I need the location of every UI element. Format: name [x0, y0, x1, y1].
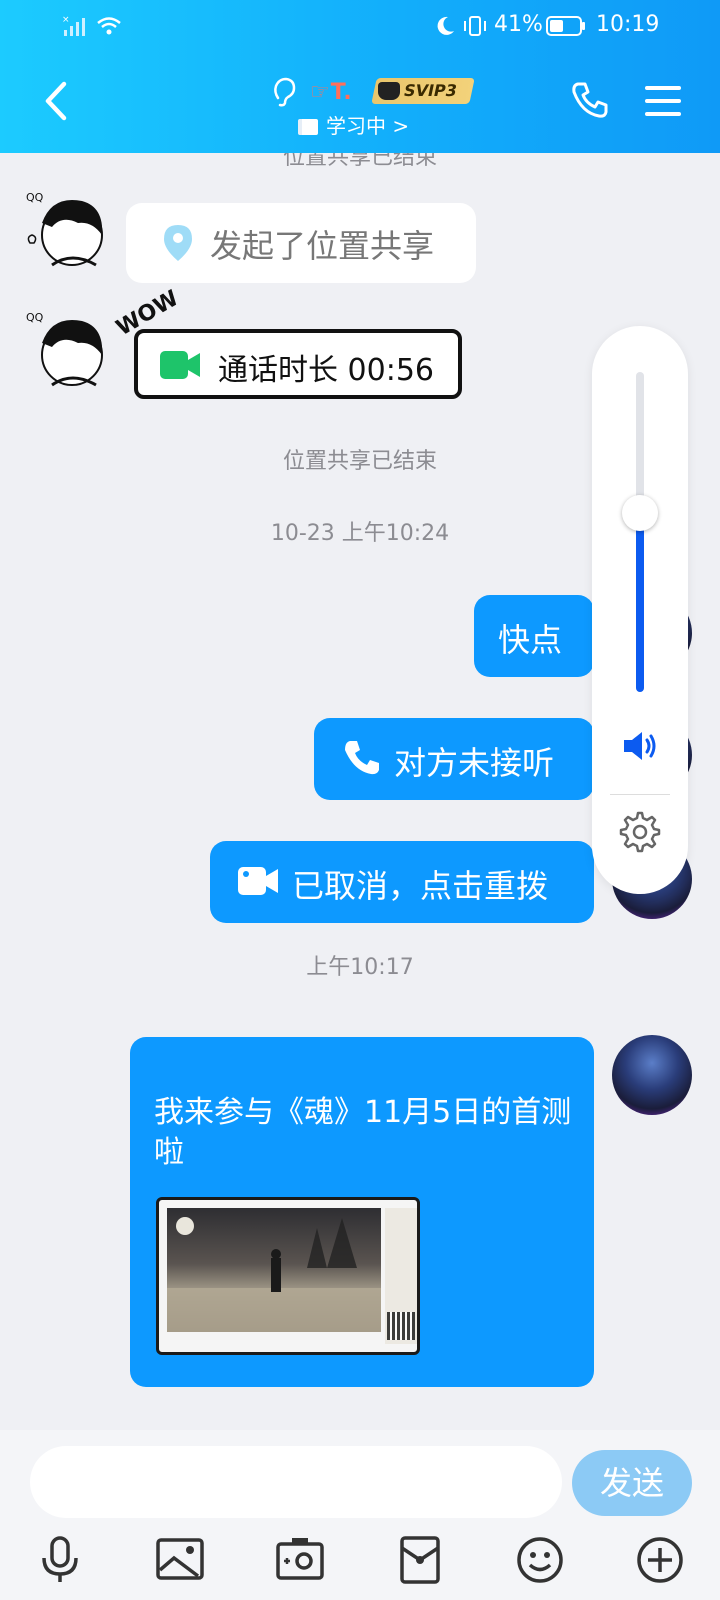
- call-duration-bubble[interactable]: 通话时长 00:56 WOW: [112, 286, 472, 407]
- cancelled-video-text: 已取消，点击重拨: [292, 867, 549, 905]
- missed-call-bubble[interactable]: 对方未接听: [314, 718, 594, 800]
- ear-icon: [274, 77, 296, 107]
- share-card-bubble[interactable]: 我来参与《魂》11月5日的首测啦: [130, 1037, 594, 1387]
- svg-text:×: ×: [62, 15, 70, 25]
- send-button[interactable]: 发送: [572, 1450, 692, 1516]
- call-duration-text: 通话时长 00:56: [218, 353, 434, 388]
- clock: 10:19: [596, 12, 660, 37]
- mic-icon[interactable]: [34, 1534, 86, 1586]
- chat-message-list[interactable]: 位置共享已结束 QQ 发起了位置共享 QQ 通话时长 00:56 WOW 位置共…: [0, 153, 720, 1430]
- location-share-bubble[interactable]: 发起了位置共享: [126, 203, 476, 283]
- wifi-icon: [97, 17, 121, 35]
- speaker-icon[interactable]: [620, 728, 660, 764]
- volume-slider[interactable]: [636, 372, 644, 692]
- plus-icon[interactable]: [634, 1534, 686, 1586]
- message-text: 快点: [498, 621, 563, 659]
- phone-icon: [345, 741, 379, 775]
- menu-button[interactable]: [644, 84, 682, 118]
- location-pin-icon: [164, 225, 192, 261]
- message-input[interactable]: [30, 1446, 562, 1518]
- share-card-image[interactable]: [156, 1197, 420, 1355]
- camera-icon[interactable]: [274, 1534, 326, 1586]
- contact-title[interactable]: ☞T. SVIP3: [270, 74, 490, 110]
- emoji-icon[interactable]: [514, 1534, 566, 1586]
- divider: [610, 794, 670, 795]
- status-bar: × 41% 10:19: [0, 0, 720, 54]
- text-message-bubble[interactable]: 快点: [474, 595, 594, 677]
- vibrate-icon: [464, 16, 486, 36]
- volume-slider-knob[interactable]: [622, 495, 658, 531]
- nickname: ☞T.: [310, 80, 353, 105]
- contact-avatar[interactable]: QQ: [22, 305, 114, 397]
- book-icon: [298, 119, 318, 135]
- my-avatar[interactable]: [612, 1035, 692, 1115]
- battery-percent: 41%: [494, 12, 543, 37]
- svip-label: SVIP3: [402, 81, 459, 100]
- subtitle-text: 学习中 >: [326, 114, 410, 138]
- share-card-text: 我来参与《魂》11月5日的首测啦: [154, 1095, 572, 1170]
- contact-avatar[interactable]: QQ: [22, 185, 114, 277]
- cancelled-video-bubble[interactable]: 已取消，点击重拨: [210, 841, 594, 923]
- system-message: 位置共享已结束: [282, 153, 437, 170]
- chat-header: × 41% 10:19 ☞T. SVIP3 学习中 >: [0, 0, 720, 153]
- volume-panel: [592, 326, 688, 894]
- image-icon[interactable]: [154, 1534, 206, 1586]
- input-area: 发送: [0, 1430, 720, 1600]
- crown-icon: [378, 82, 400, 100]
- signal-icon: ×: [62, 15, 85, 36]
- video-call-icon: [160, 351, 200, 379]
- volume-level-fill: [636, 513, 644, 692]
- qr-code: [387, 1312, 415, 1340]
- svg-text:QQ: QQ: [26, 311, 44, 324]
- moon-icon: [437, 16, 454, 35]
- red-packet-icon[interactable]: [394, 1534, 446, 1586]
- call-duration-frame: 通话时长 00:56: [134, 329, 462, 399]
- svip-badge: SVIP3: [371, 78, 475, 104]
- timestamp: 上午10:17: [306, 955, 414, 980]
- game-scene-image: [167, 1208, 381, 1332]
- video-camera-icon: [238, 867, 278, 895]
- phone-call-button[interactable]: [570, 80, 610, 120]
- missed-call-text: 对方未接听: [394, 744, 555, 782]
- svg-text:QQ: QQ: [26, 191, 44, 204]
- battery-icon: [546, 16, 585, 36]
- status-subtitle[interactable]: 学习中 >: [298, 110, 409, 138]
- back-button[interactable]: [36, 78, 76, 124]
- location-share-text: 发起了位置共享: [210, 227, 435, 265]
- gear-icon[interactable]: [618, 810, 662, 854]
